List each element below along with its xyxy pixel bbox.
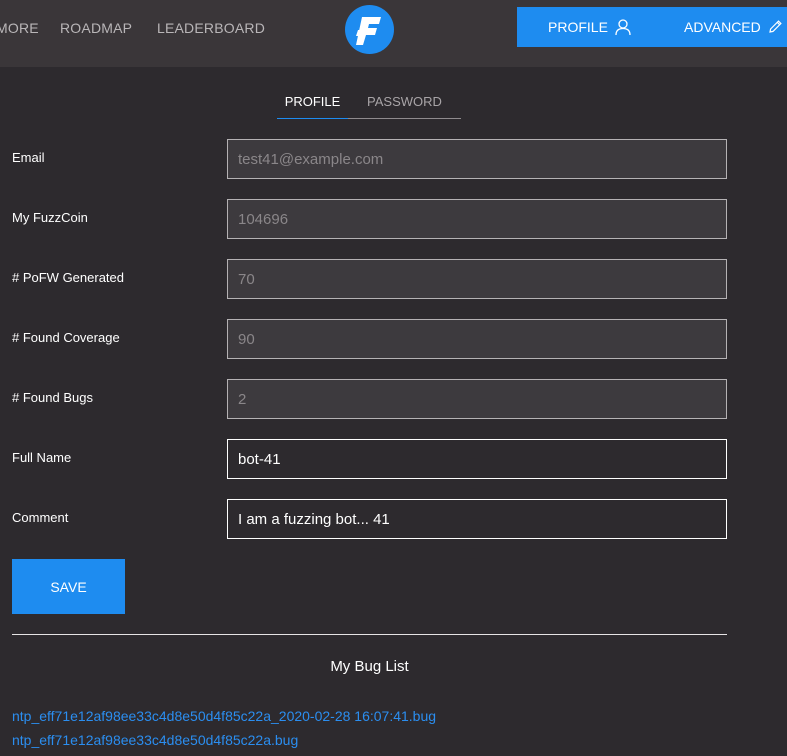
bug-list-item[interactable]: ntp_eff71e12af98ee33c4d8e50d4f85c22a.bug [12, 732, 298, 748]
email-field[interactable] [227, 139, 727, 179]
tab-profile[interactable]: PROFILE [277, 94, 348, 119]
section-divider [12, 634, 727, 635]
found-coverage-label: # Found Coverage [12, 330, 120, 345]
full-name-field[interactable] [227, 439, 727, 479]
nav-profile-button[interactable]: PROFILE [548, 7, 632, 47]
pencil-icon [769, 20, 782, 33]
nav-leaderboard-link[interactable]: LEADERBOARD [157, 20, 265, 36]
found-bugs-field[interactable] [227, 379, 727, 419]
tab-password[interactable]: PASSWORD [348, 94, 461, 119]
nav-advanced-label: ADVANCED [684, 19, 761, 35]
fuzzcoin-field[interactable] [227, 199, 727, 239]
comment-field[interactable] [227, 499, 727, 539]
logo-f-mark [356, 17, 381, 45]
found-coverage-field[interactable] [227, 319, 727, 359]
nav-profile-label: PROFILE [548, 19, 608, 35]
found-bugs-label: # Found Bugs [12, 390, 93, 405]
nav-advanced-button[interactable]: ADVANCED [684, 7, 783, 47]
save-button[interactable]: SAVE [12, 559, 125, 614]
pofw-generated-label: # PoFW Generated [12, 270, 124, 285]
nav-roadmap-link[interactable]: ROADMAP [60, 20, 132, 36]
bug-list-title: My Bug List [330, 658, 409, 675]
comment-label: Comment [12, 510, 69, 525]
nav-user-section: PROFILE ADVANCED [517, 7, 787, 47]
app-logo[interactable] [345, 5, 394, 54]
bug-list-item[interactable]: ntp_eff71e12af98ee33c4d8e50d4f85c22a_202… [12, 708, 436, 724]
email-label: Email [12, 150, 45, 165]
fuzzcoin-label: My FuzzCoin [12, 210, 88, 225]
user-icon [615, 19, 631, 36]
full-name-label: Full Name [12, 450, 72, 465]
top-nav-bar: MORE ROADMAP LEADERBOARD PROFILE ADVANCE… [0, 0, 787, 67]
nav-more-link[interactable]: MORE [0, 20, 39, 36]
pofw-generated-field[interactable] [227, 259, 727, 299]
